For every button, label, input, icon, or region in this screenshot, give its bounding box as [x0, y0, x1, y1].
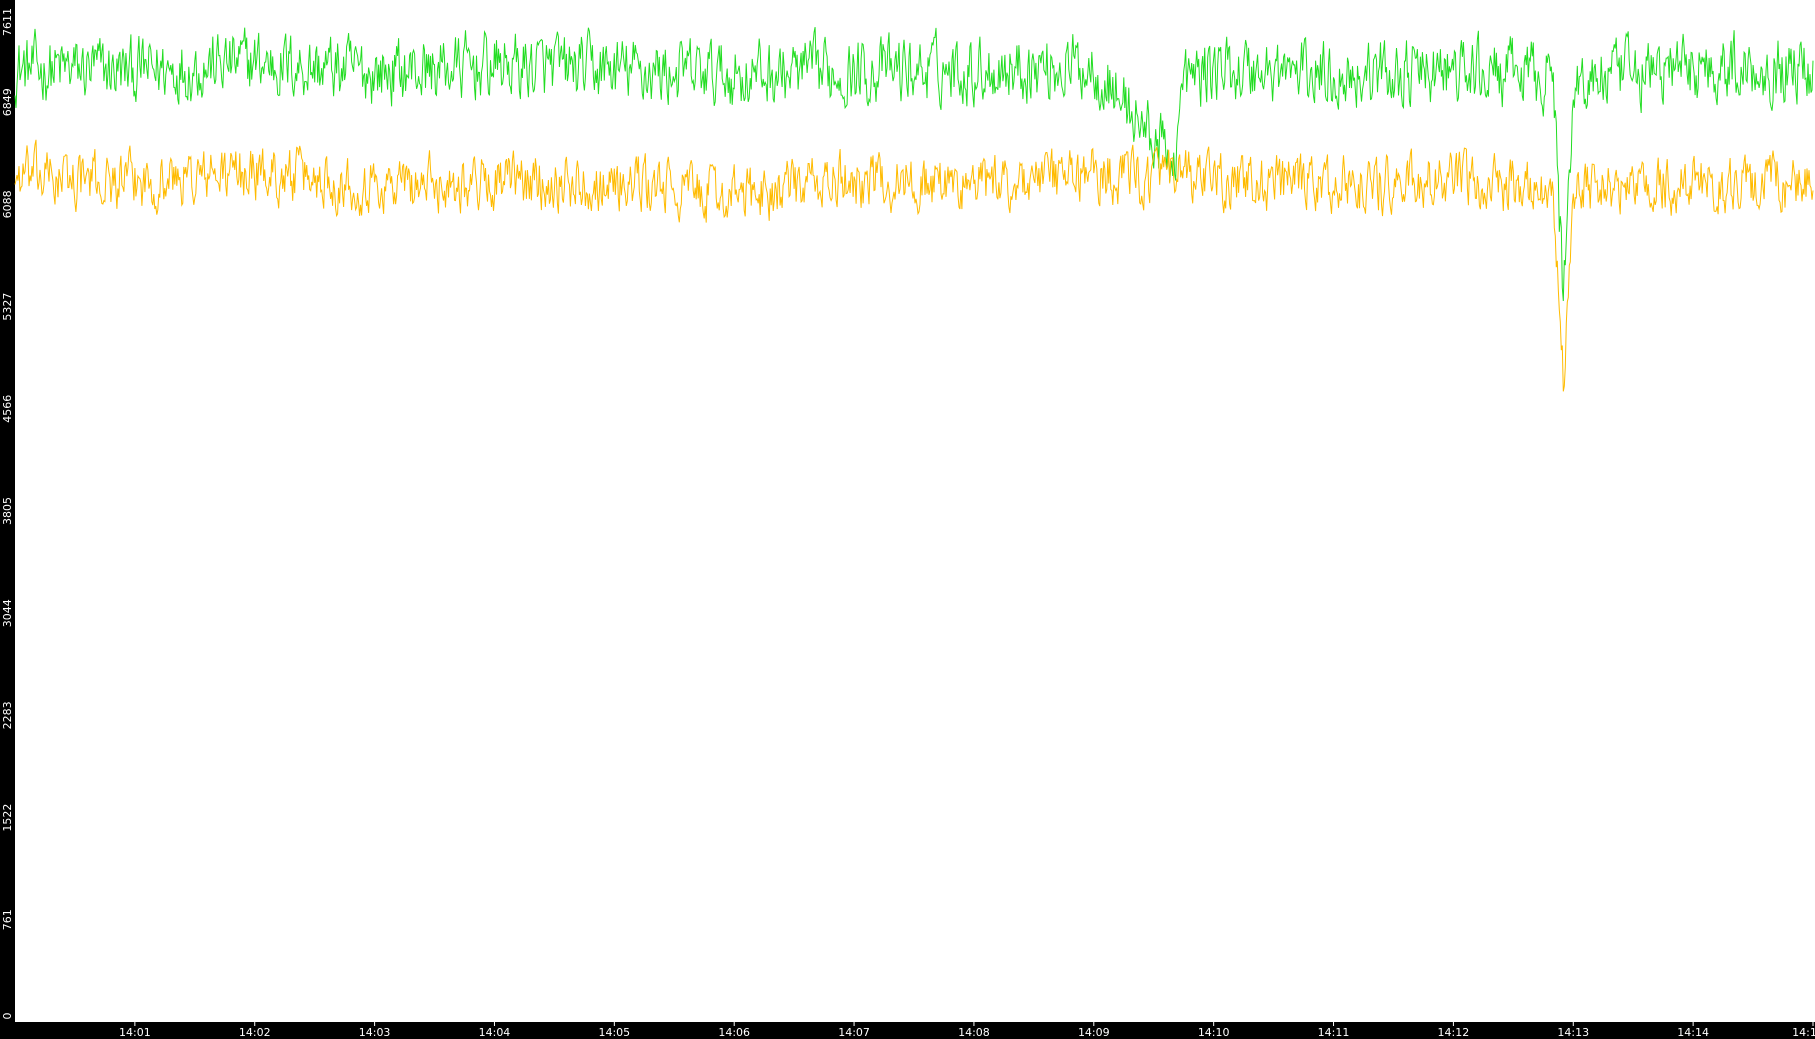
x-tick-label: 14:11 [1318, 1026, 1350, 1039]
x-tick-label: 14:09 [1078, 1026, 1110, 1039]
y-tick-label: 1522 [1, 804, 14, 832]
x-tick-label: 14:13 [1557, 1026, 1589, 1039]
x-tick-label: 14:12 [1438, 1026, 1470, 1039]
y-tick-label: 6088 [1, 190, 14, 218]
x-tick-label: 14:05 [598, 1026, 630, 1039]
x-tick-label: 14:01 [119, 1026, 151, 1039]
x-tick-label: 14:15 [1792, 1026, 1815, 1039]
x-tick-label: 14:04 [479, 1026, 511, 1039]
series-layer [14, 27, 1814, 392]
y-tick-label: 2283 [1, 701, 14, 729]
x-tick-label: 14:07 [838, 1026, 870, 1039]
y-tick-label: 5327 [1, 293, 14, 321]
y-tick-label: 761 [1, 909, 14, 930]
chart-canvas: 0 761 1522 2283 3044 3805 4566 5327 6088 6849 7611… [0, 0, 1815, 1039]
series-line-1 [14, 27, 1814, 302]
y-tick-label: 0 [1, 1013, 14, 1020]
x-tick-label: 14:06 [718, 1026, 750, 1039]
y-tick-label: 3044 [1, 599, 14, 627]
y-tick-label: 7611 [1, 8, 14, 36]
x-tick-label: 14:14 [1677, 1026, 1709, 1039]
x-axis-bar [0, 1022, 1815, 1039]
line-chart: 0 761 1522 2283 3044 3805 4566 5327 6088 6849 7611… [0, 0, 1815, 1039]
x-tick-label: 14:02 [239, 1026, 271, 1039]
x-tick-label: 14:03 [359, 1026, 391, 1039]
series-line-2 [14, 139, 1814, 392]
x-tick-label: 14:10 [1198, 1026, 1230, 1039]
y-tick-label: 3805 [1, 497, 14, 525]
x-tick-label: 14:08 [958, 1026, 990, 1039]
y-tick-label: 4566 [1, 395, 14, 423]
y-tick-label: 6849 [1, 88, 14, 116]
